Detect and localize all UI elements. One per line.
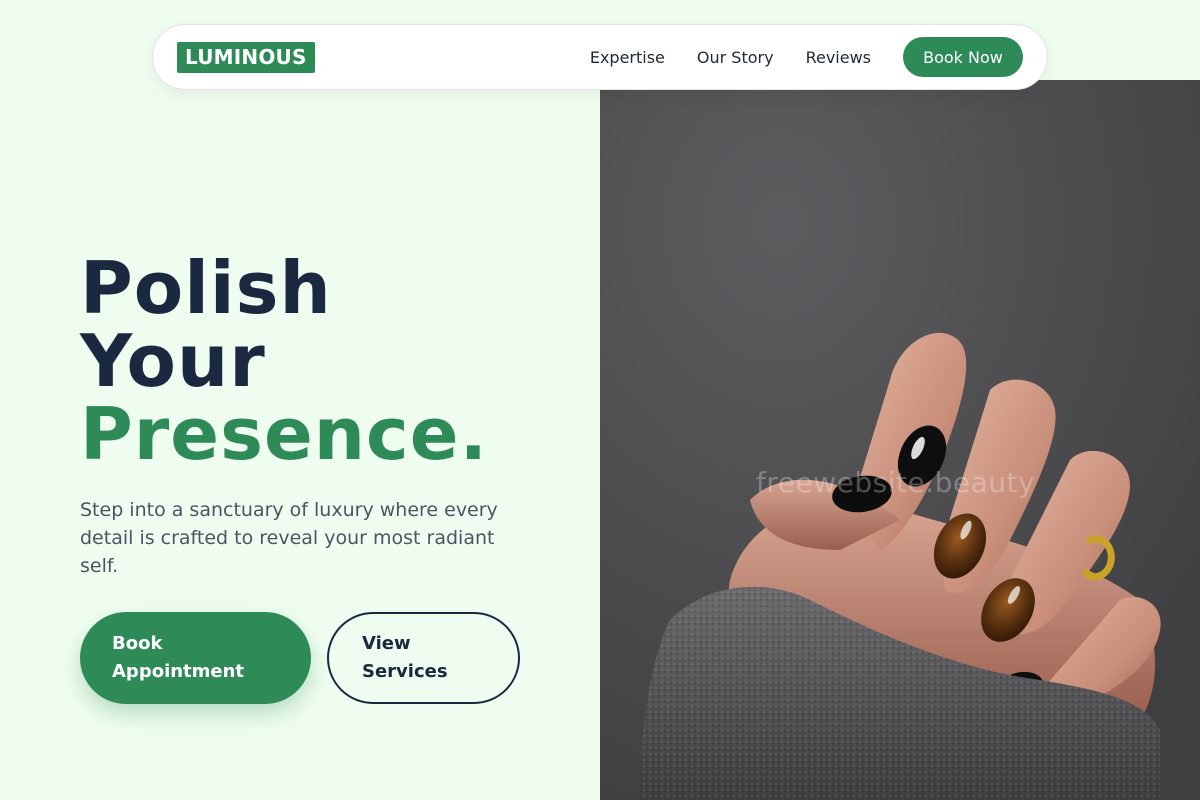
view-services-button[interactable]: View Services	[327, 612, 520, 704]
hero-subtitle: Step into a sanctuary of luxury where ev…	[80, 499, 498, 577]
nav-link-our-story[interactable]: Our Story	[697, 48, 774, 67]
nav-link-reviews[interactable]: Reviews	[806, 48, 871, 67]
hero-title-line-3: Presence.	[80, 392, 488, 476]
book-appointment-button[interactable]: Book Appointment	[80, 612, 311, 704]
hero-image: freewebsite.beauty	[600, 80, 1200, 800]
hero-title-line-1: Polish	[80, 246, 332, 330]
nav-link-expertise[interactable]: Expertise	[590, 48, 665, 67]
nav-links: Expertise Our Story Reviews Book Now	[590, 37, 1023, 77]
watermark: freewebsite.beauty	[756, 466, 1036, 499]
manicured-hand-illustration	[600, 80, 1200, 800]
hero-title: Polish Your Presence.	[80, 252, 488, 471]
navbar: LUMINOUS Expertise Our Story Reviews Boo…	[152, 24, 1048, 90]
logo[interactable]: LUMINOUS	[177, 41, 315, 73]
book-now-button[interactable]: Book Now	[903, 37, 1023, 77]
hero-title-line-2: Your	[80, 319, 266, 403]
